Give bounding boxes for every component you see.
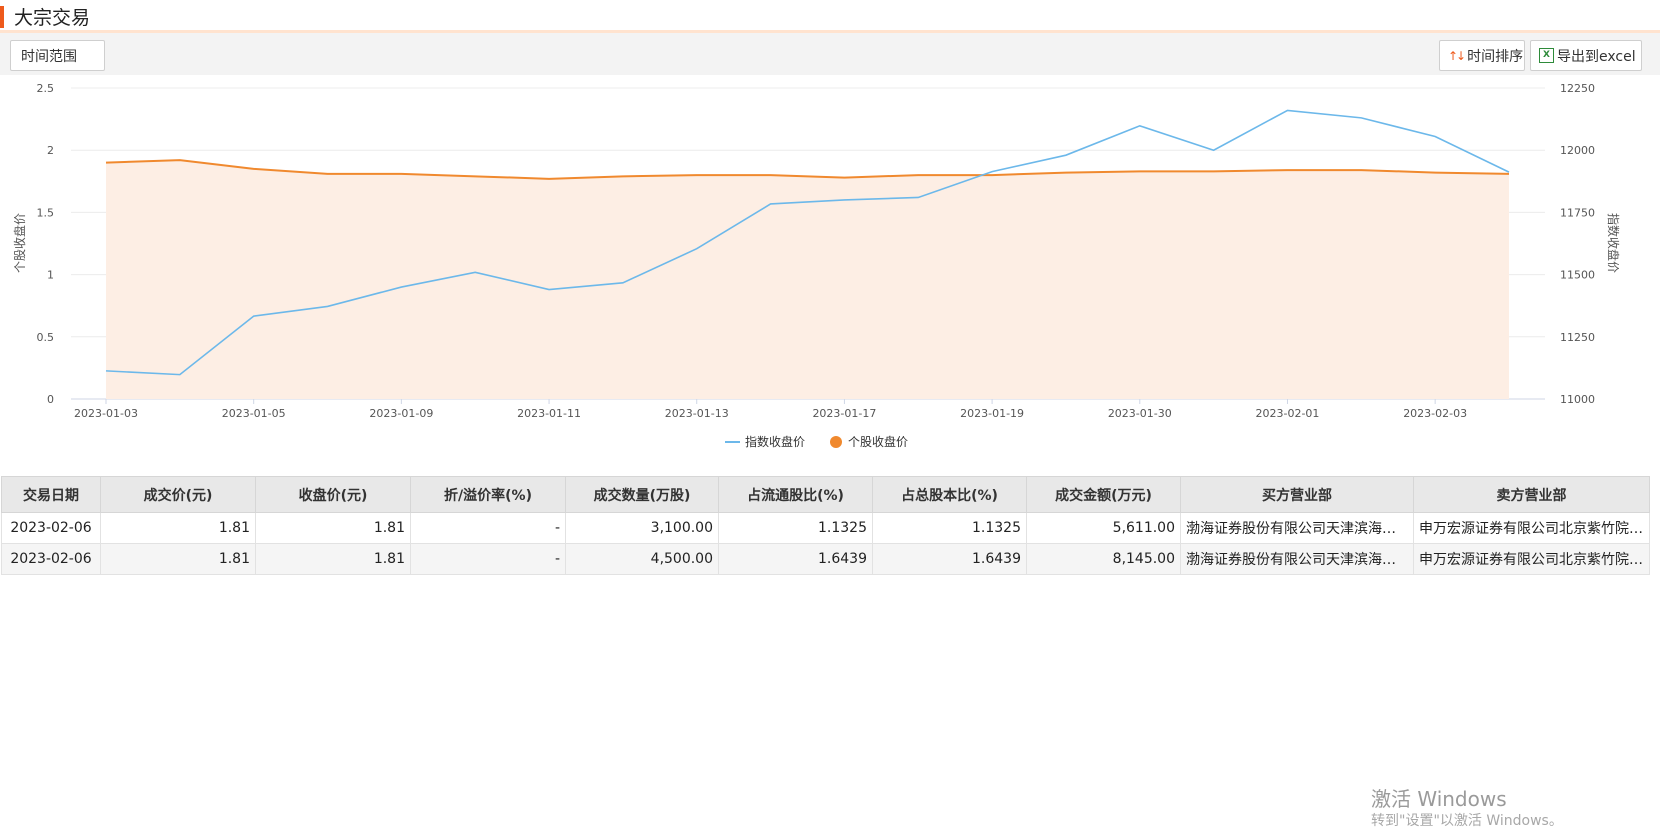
x-tick-label: 2023-01-13 (665, 407, 729, 420)
y-right-tick-label: 11750 (1560, 206, 1595, 219)
x-tick-label: 2023-01-05 (222, 407, 286, 420)
table-cell: 1.81 (100, 543, 256, 575)
section-header: 大宗交易 (0, 0, 1660, 33)
table-cell: 3,100.00 (565, 512, 719, 544)
time-range-label: 时间范围 (21, 48, 77, 65)
x-tick-label: 2023-01-17 (812, 407, 876, 420)
y-left-tick-label: 0 (47, 393, 54, 406)
trade-table: 交易日期 成交价(元) 收盘价(元) 折/溢价率(%) 成交数量(万股) 占流通股比(%)… (1, 476, 1650, 575)
x-tick-label: 2023-01-11 (517, 407, 581, 420)
table-cell: - (410, 512, 566, 544)
table-cell: 1.81 (100, 512, 256, 544)
y-left-tick-label: 1.5 (37, 206, 55, 219)
y-left-tick-label: 2.5 (37, 82, 55, 95)
table-cell: 1.6439 (872, 543, 1027, 575)
trade-table-wrap: 交易日期 成交价(元) 收盘价(元) 折/溢价率(%) 成交数量(万股) 占流通股比(%)… (1, 476, 1650, 575)
column-header[interactable]: 占总股本比(%) (872, 476, 1027, 513)
table-cell: 渤海证券股份有限公司天津滨海新区... (1180, 543, 1414, 575)
column-header[interactable]: 成交价(元) (100, 476, 256, 513)
time-sort-label: 时间排序 (1467, 48, 1524, 65)
table-cell: 1.1325 (718, 512, 873, 544)
column-header[interactable]: 折/溢价率(%) (410, 476, 566, 513)
table-cell: 1.6439 (718, 543, 873, 575)
table-cell: 1.1325 (872, 512, 1027, 544)
column-header[interactable]: 卖方营业部 (1413, 476, 1650, 513)
table-cell: 1.81 (255, 512, 411, 544)
legend-index-label: 指数收盘价 (745, 434, 805, 449)
column-header[interactable]: 成交金额(万元) (1026, 476, 1181, 513)
stock-price-area (106, 160, 1509, 399)
y-left-tick-label: 1 (47, 269, 54, 282)
table-cell: 8,145.00 (1026, 543, 1181, 575)
time-sort-button[interactable]: ↑↓ 时间排序 (1439, 40, 1525, 71)
excel-icon: X (1539, 48, 1554, 63)
column-header[interactable]: 交易日期 (1, 476, 101, 513)
y-left-tick-label: 0.5 (37, 331, 55, 344)
table-cell: 4,500.00 (565, 543, 719, 575)
x-tick-label: 2023-01-19 (960, 407, 1024, 420)
y-right-axis-title: 指数收盘价 (1606, 213, 1621, 273)
table-cell: 申万宏源证券有限公司北京紫竹院路... (1413, 543, 1650, 575)
time-range-button[interactable]: 时间范围 (10, 40, 105, 71)
table-cell: 1.81 (255, 543, 411, 575)
table-cell: 渤海证券股份有限公司天津滨海新区... (1180, 512, 1414, 544)
y-left-axis-title: 个股收盘价 (12, 213, 27, 273)
x-tick-label: 2023-02-03 (1403, 407, 1467, 420)
sort-arrows-icon: ↑↓ (1448, 48, 1466, 63)
export-excel-label: 导出到excel (1557, 48, 1636, 65)
toolbar: 时间范围 ↑↓ 时间排序 X 导出到excel (0, 33, 1660, 75)
x-tick-label: 2023-02-01 (1256, 407, 1320, 420)
legend-stock-label: 个股收盘价 (848, 434, 908, 449)
table-cell: - (410, 543, 566, 575)
table-row[interactable]: 2023-02-06 1.81 1.81-3,100.00 1.1325 1.1325 5… (1, 512, 1650, 544)
legend-stock-swatch (830, 436, 842, 448)
column-header[interactable]: 收盘价(元) (255, 476, 411, 513)
y-right-tick-label: 11000 (1560, 393, 1595, 406)
table-row[interactable]: 2023-02-06 1.81 1.81-4,500.00 1.6439 1.6439 8… (1, 543, 1650, 575)
x-tick-label: 2023-01-30 (1108, 407, 1172, 420)
y-left-tick-label: 2 (47, 144, 54, 157)
title-accent-bar (0, 6, 4, 28)
y-right-tick-label: 12250 (1560, 82, 1595, 95)
x-tick-label: 2023-01-03 (74, 407, 138, 420)
block-trade-chart: 0 0.5 1 1.5 2 2.5 11000 11250 11500 11750 12000 122… (12, 82, 1621, 449)
table-header-row: 交易日期 成交价(元) 收盘价(元) 折/溢价率(%) 成交数量(万股) 占流通股比(%)… (1, 476, 1650, 513)
table-cell: 5,611.00 (1026, 512, 1181, 544)
y-right-tick-label: 11500 (1560, 269, 1595, 282)
y-right-tick-label: 12000 (1560, 144, 1595, 157)
table-cell: 2023-02-06 (1, 543, 101, 575)
y-right-tick-label: 11250 (1560, 331, 1595, 344)
windows-activation-hint: 转到"设置"以激活 Windows。 (1371, 813, 1563, 829)
section-title: 大宗交易 (14, 7, 91, 29)
column-header[interactable]: 买方营业部 (1180, 476, 1414, 513)
windows-activation-watermark: 激活 Windows (1371, 787, 1507, 811)
column-header[interactable]: 成交数量(万股) (565, 476, 719, 513)
export-excel-button[interactable]: X 导出到excel (1530, 40, 1642, 71)
table-cell: 申万宏源证券有限公司北京紫竹院路... (1413, 512, 1650, 544)
column-header[interactable]: 占流通股比(%) (718, 476, 873, 513)
x-tick-label: 2023-01-09 (369, 407, 433, 420)
table-body: 2023-02-06 1.81 1.81-3,100.00 1.1325 1.1325 5… (1, 512, 1650, 575)
table-cell: 2023-02-06 (1, 512, 101, 544)
